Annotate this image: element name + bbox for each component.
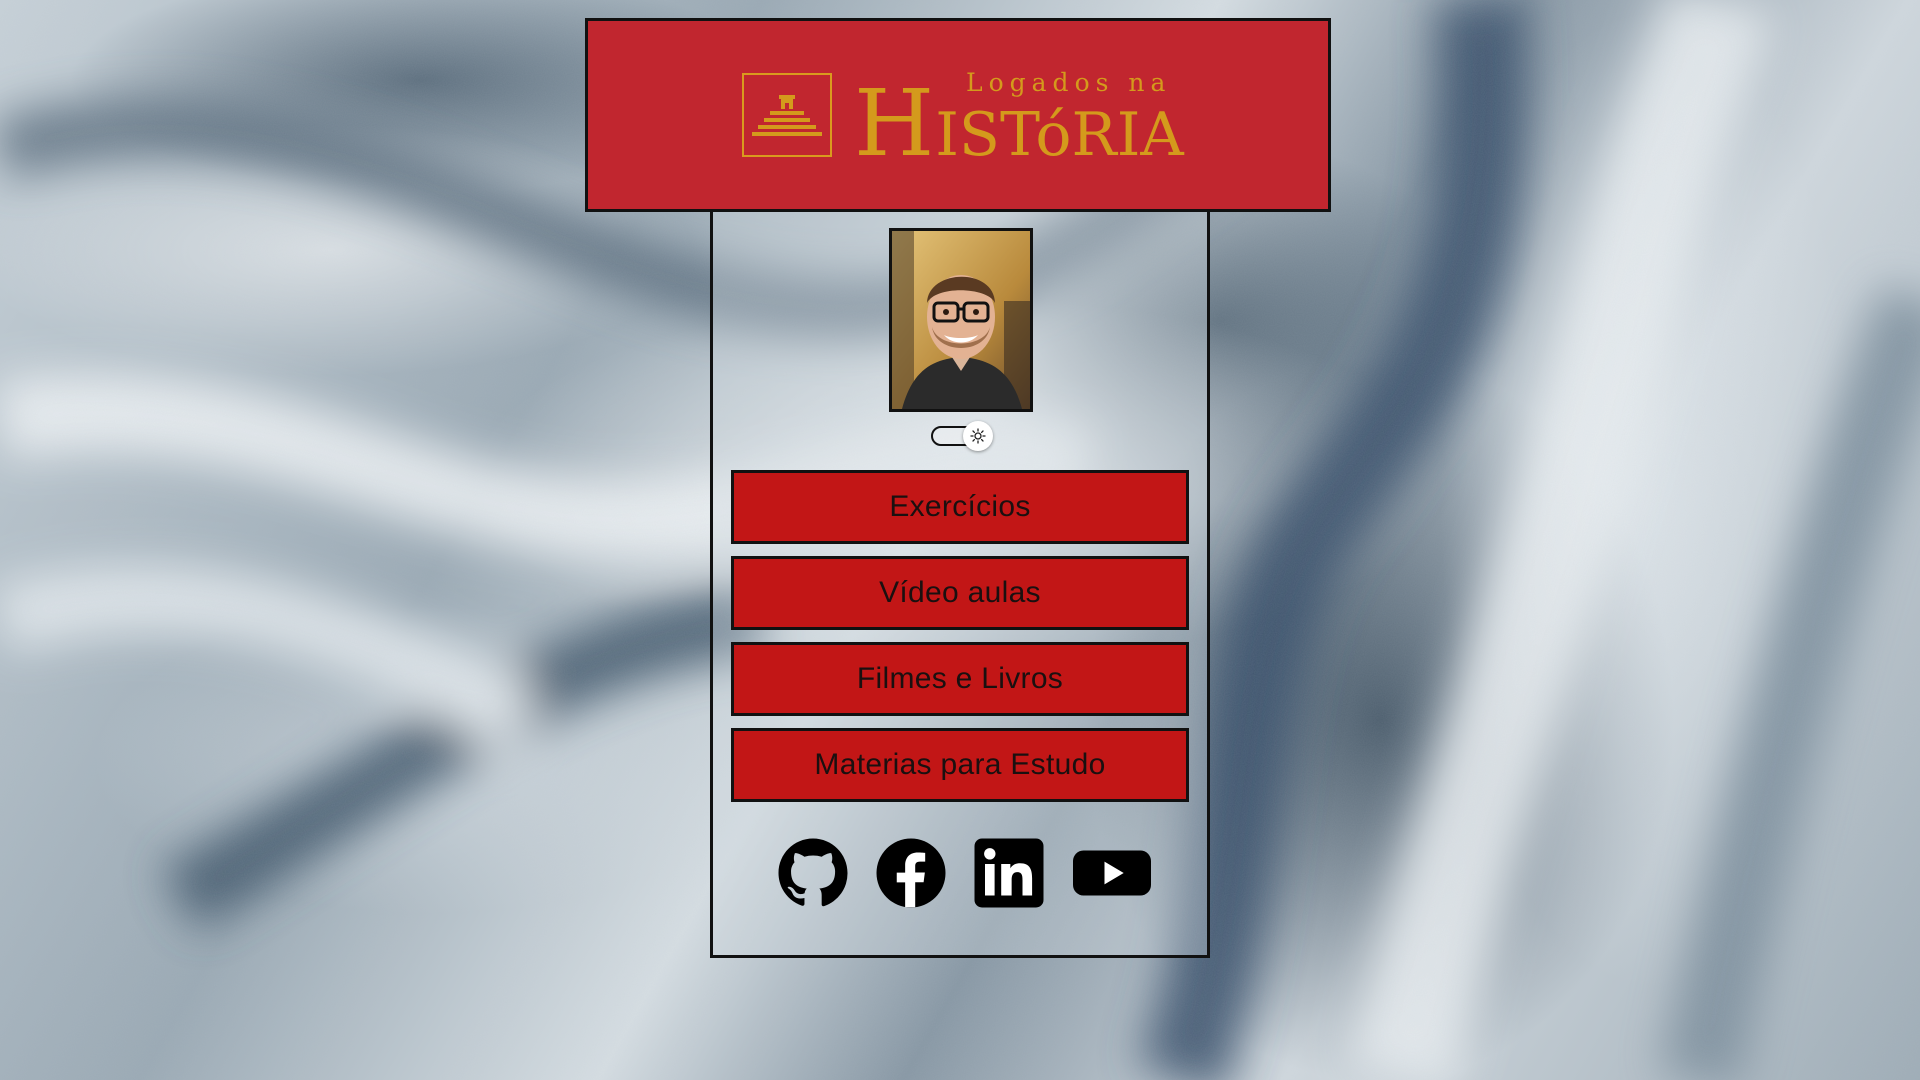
logo-title: HISTóRIA — [854, 78, 1184, 181]
video-aulas-button[interactable]: Vídeo aulas — [731, 556, 1189, 630]
materias-estudo-button[interactable]: Materias para Estudo — [731, 728, 1189, 802]
sun-icon — [963, 421, 993, 451]
logo-title-initial: H — [854, 70, 936, 177]
logo-title-rest: ISTóRIA — [935, 100, 1184, 170]
site-header: Logados na HISTóRIA — [585, 18, 1331, 212]
theme-toggle[interactable] — [931, 418, 995, 451]
avatar — [889, 228, 1033, 412]
site-logo[interactable]: Logados na HISTóRIA — [742, 68, 1184, 170]
linkedin-icon[interactable] — [973, 837, 1045, 913]
github-icon[interactable] — [777, 837, 849, 913]
youtube-icon[interactable] — [1071, 837, 1153, 913]
links-panel: Exercícios Vídeo aulas Filmes e Livros M… — [710, 212, 1210, 958]
link-menu: Exercícios Vídeo aulas Filmes e Livros M… — [731, 470, 1189, 814]
logo-wordmark: Logados na HISTóRIA — [854, 68, 1184, 170]
social-links — [777, 838, 1157, 912]
exercicios-button[interactable]: Exercícios — [731, 470, 1189, 544]
filmes-livros-button[interactable]: Filmes e Livros — [731, 642, 1189, 716]
facebook-icon[interactable] — [875, 837, 947, 913]
profile-photo — [892, 231, 1030, 409]
pyramid-icon — [742, 73, 832, 157]
